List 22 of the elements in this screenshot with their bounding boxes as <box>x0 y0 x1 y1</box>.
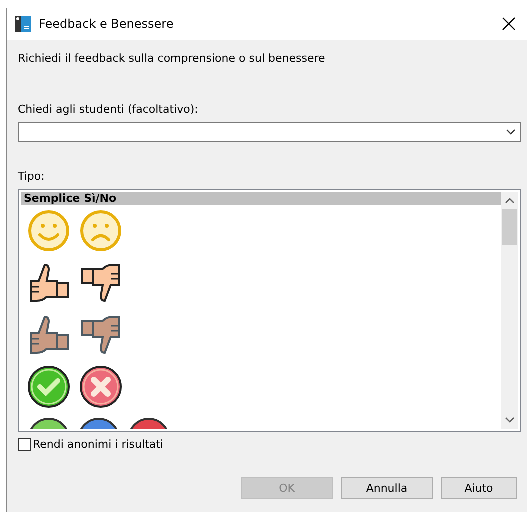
window-title: Feedback e Benessere <box>39 17 175 31</box>
scrollbar[interactable] <box>501 192 518 429</box>
instruction-text: Richiedi il feedback sulla comprensione o sul benessere <box>18 52 326 65</box>
cross-circle-icon[interactable] <box>79 365 123 409</box>
app-icon <box>15 16 31 32</box>
field-label: Chiedi agli studenti (facoltativo): <box>18 103 200 116</box>
thumbs-down-icon[interactable] <box>79 261 123 305</box>
chevron-down-icon[interactable] <box>506 129 516 135</box>
checkbox-label: Rendi anonimi i risultati <box>33 438 164 451</box>
group-header: Semplice Sì/No <box>21 192 501 205</box>
thumbs-up-icon[interactable] <box>27 313 71 357</box>
dialog-button[interactable]: Aiuto <box>441 477 517 499</box>
dialog-button[interactable]: Annulla <box>341 477 433 499</box>
thumbs-down-icon[interactable] <box>79 313 123 357</box>
check-circle-icon[interactable] <box>27 365 71 409</box>
scrollbar-thumb[interactable] <box>502 209 517 245</box>
anonymize-checkbox[interactable] <box>18 438 31 451</box>
close-icon[interactable] <box>501 16 517 32</box>
type-label: Tipo: <box>18 170 46 183</box>
question-combobox[interactable] <box>18 122 521 142</box>
thumbs-up-icon[interactable] <box>27 261 71 305</box>
type-listbox[interactable]: Semplice Sì/No <box>18 189 521 432</box>
